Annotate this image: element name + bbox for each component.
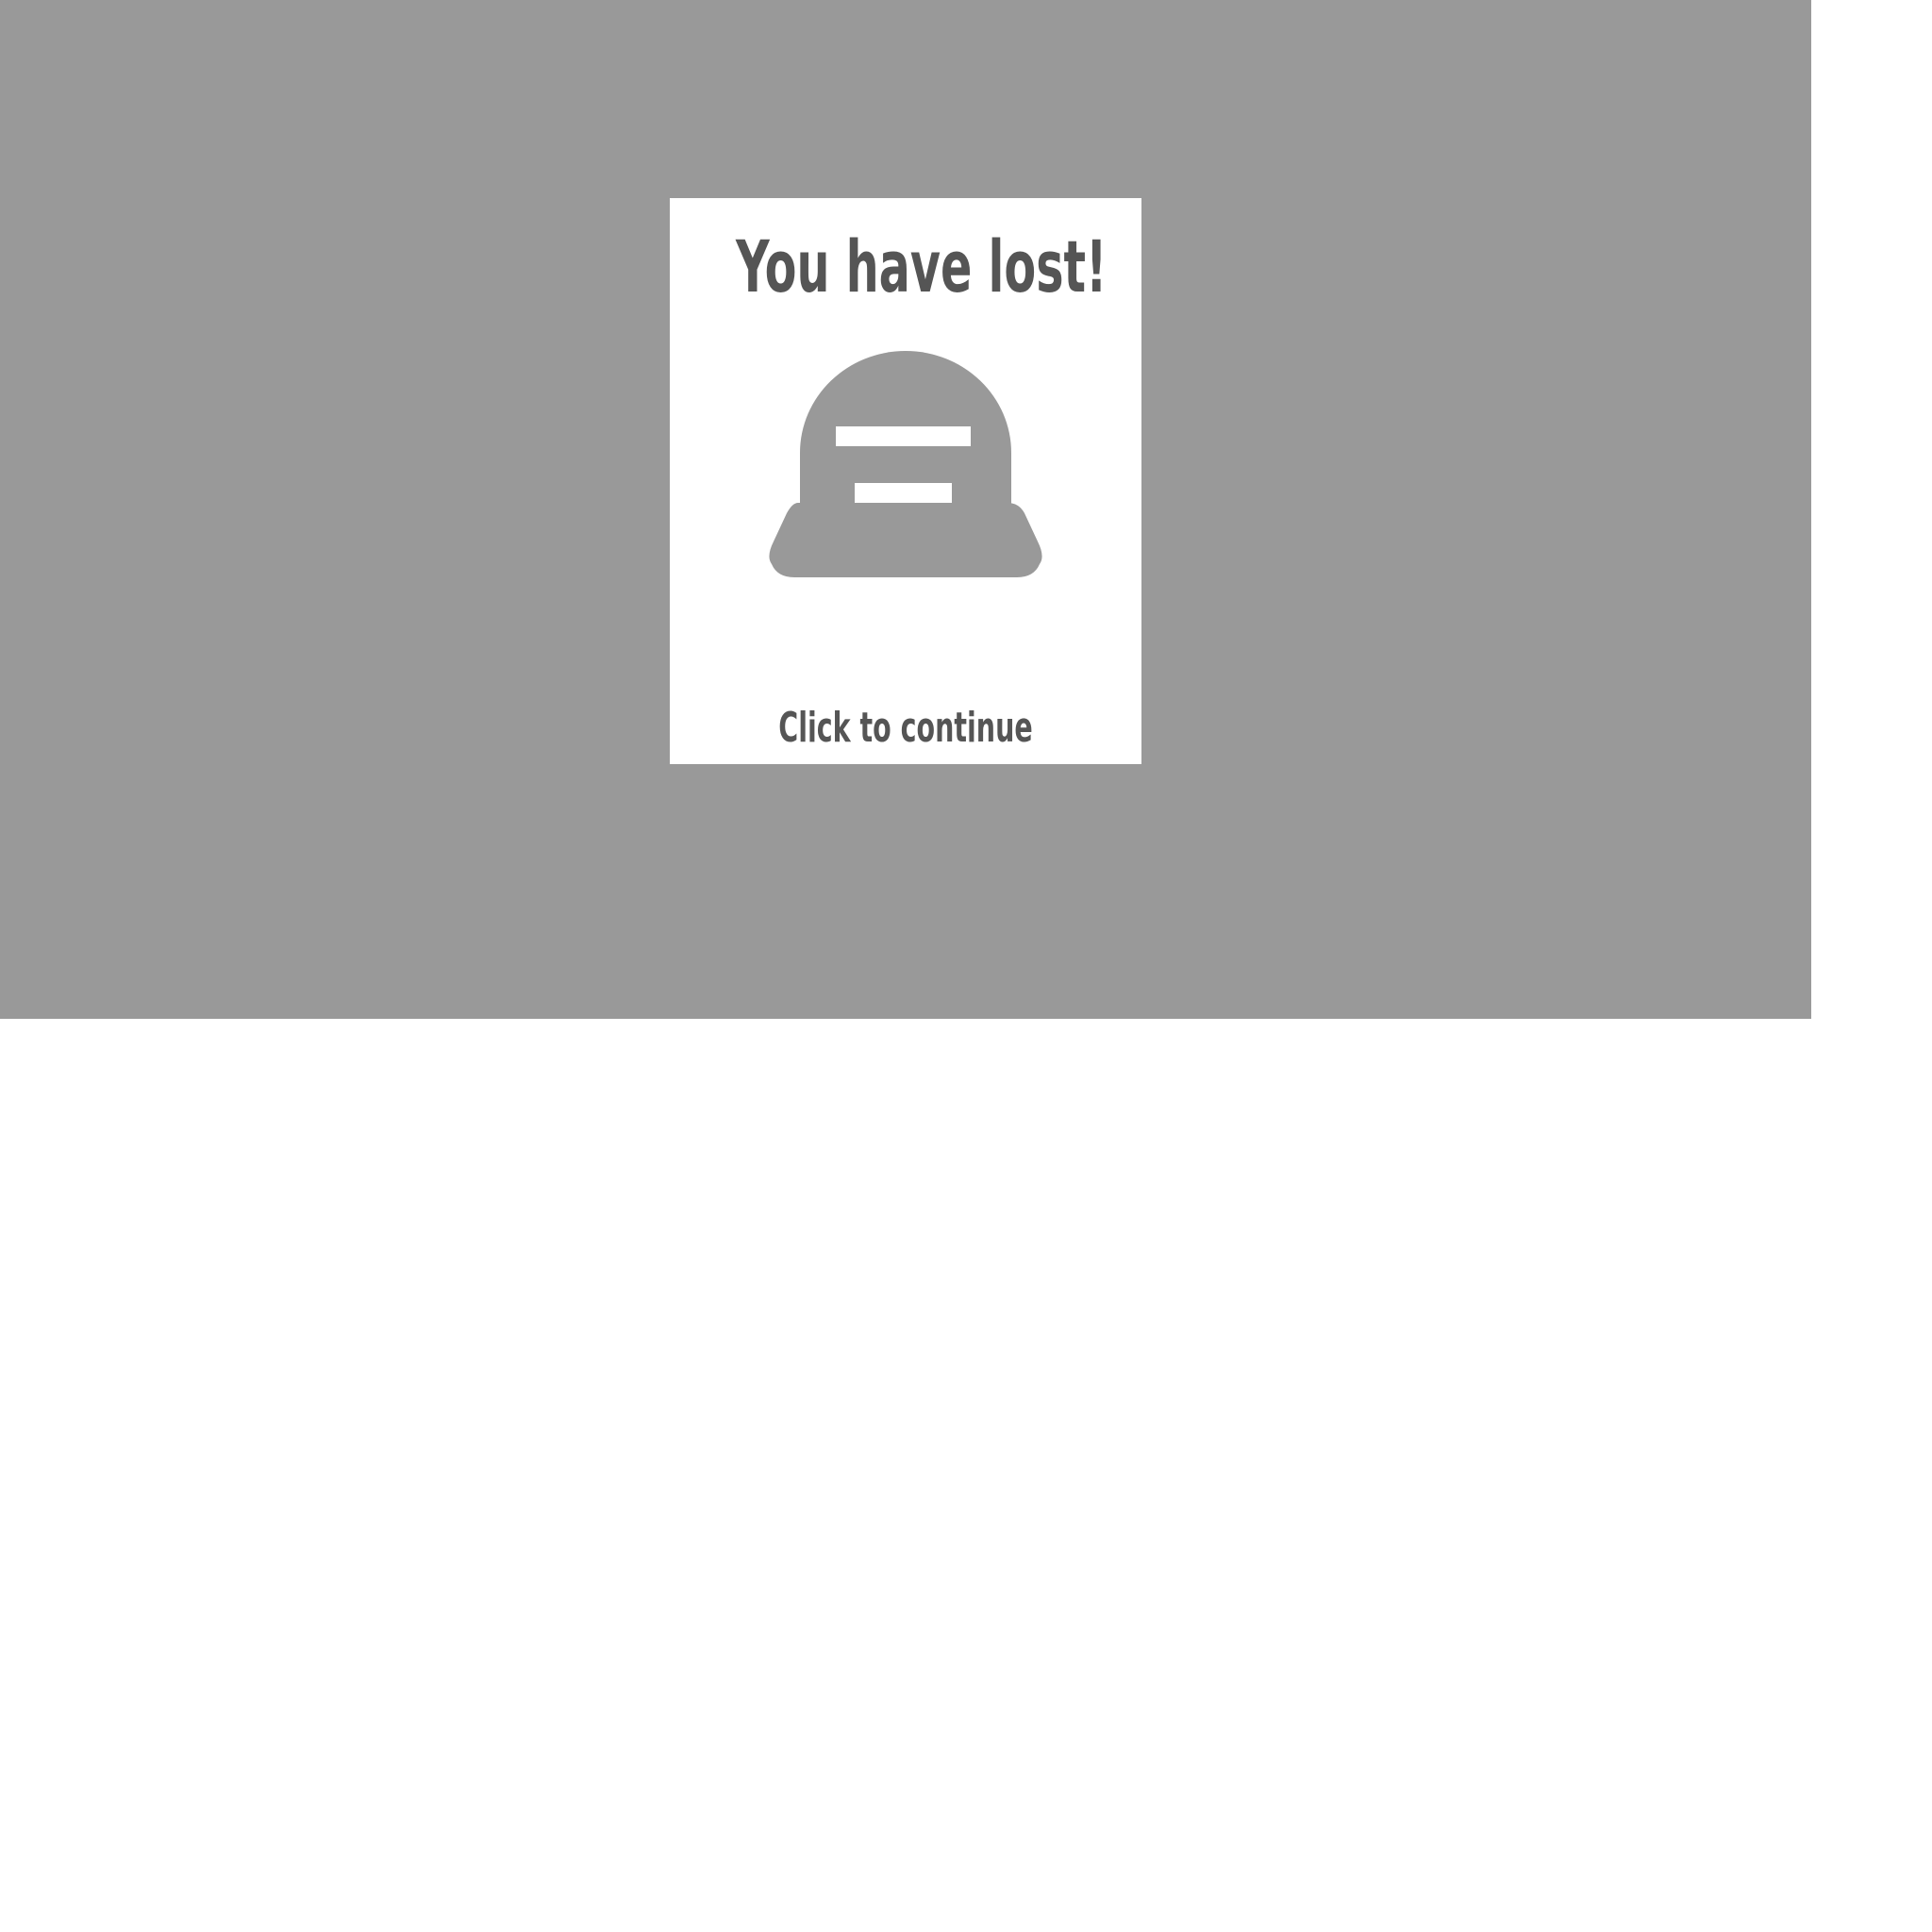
game-area[interactable]: You have lost! Click to continue <box>0 0 1811 1019</box>
game-over-dialog[interactable]: You have lost! Click to continue <box>670 198 1141 764</box>
tombstone-icon <box>769 351 1042 577</box>
click-to-continue-prompt[interactable]: Click to continue <box>736 704 1075 753</box>
headstone-inscription-line <box>836 426 971 446</box>
tombstone-base <box>769 503 1042 577</box>
game-over-title: You have lost! <box>736 225 1108 308</box>
headstone-inscription-line <box>855 483 952 503</box>
